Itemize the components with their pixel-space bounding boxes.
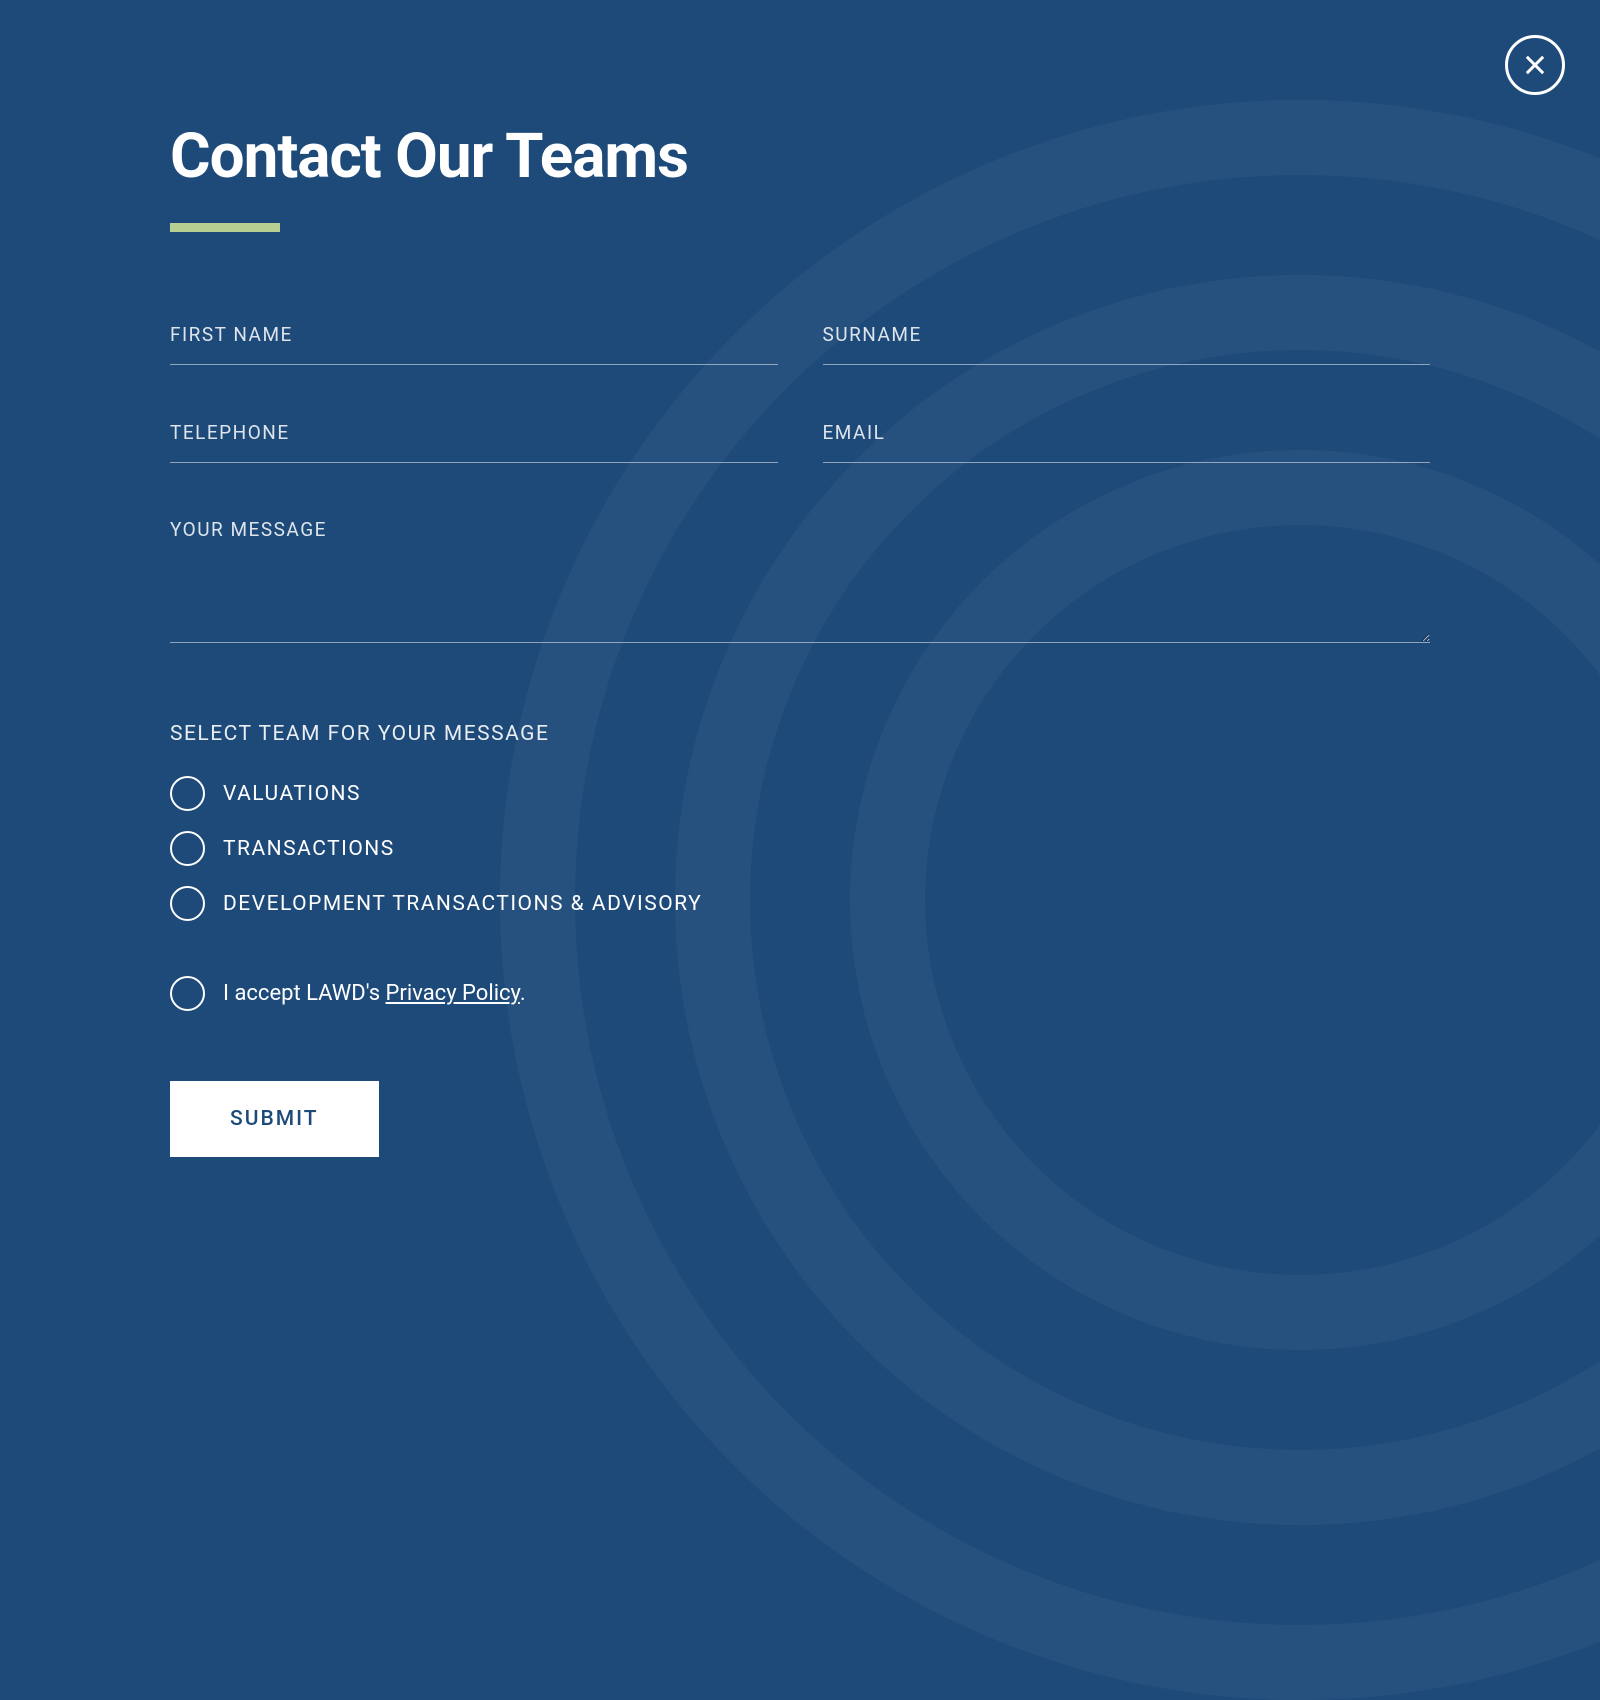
radio-circle-icon — [170, 776, 205, 811]
radio-circle-icon — [170, 831, 205, 866]
privacy-policy-link[interactable]: Privacy Policy — [386, 981, 520, 1006]
team-radio-group: VALUATIONS TRANSACTIONS DEVELOPMENT TRAN… — [170, 776, 1430, 921]
checkbox-circle-icon — [170, 976, 205, 1011]
radio-label: DEVELOPMENT TRANSACTIONS & ADVISORY — [223, 892, 702, 916]
telephone-input[interactable] — [170, 415, 778, 463]
email-input[interactable] — [823, 415, 1431, 463]
team-section-label: SELECT TEAM FOR YOUR MESSAGE — [170, 722, 1430, 746]
radio-transactions[interactable]: TRANSACTIONS — [170, 831, 1430, 866]
message-textarea[interactable] — [170, 513, 1430, 643]
surname-input[interactable] — [823, 317, 1431, 365]
privacy-checkbox[interactable]: I accept LAWD's Privacy Policy. — [170, 976, 1430, 1011]
radio-development[interactable]: DEVELOPMENT TRANSACTIONS & ADVISORY — [170, 886, 1430, 921]
submit-button[interactable]: SUBMIT — [170, 1081, 379, 1157]
radio-label: VALUATIONS — [223, 782, 361, 806]
title-underline — [170, 223, 280, 232]
first-name-input[interactable] — [170, 317, 778, 365]
radio-circle-icon — [170, 886, 205, 921]
radio-label: TRANSACTIONS — [223, 837, 395, 861]
page-title: Contact Our Teams — [170, 120, 1430, 193]
privacy-label: I accept LAWD's Privacy Policy. — [223, 981, 526, 1006]
radio-valuations[interactable]: VALUATIONS — [170, 776, 1430, 811]
